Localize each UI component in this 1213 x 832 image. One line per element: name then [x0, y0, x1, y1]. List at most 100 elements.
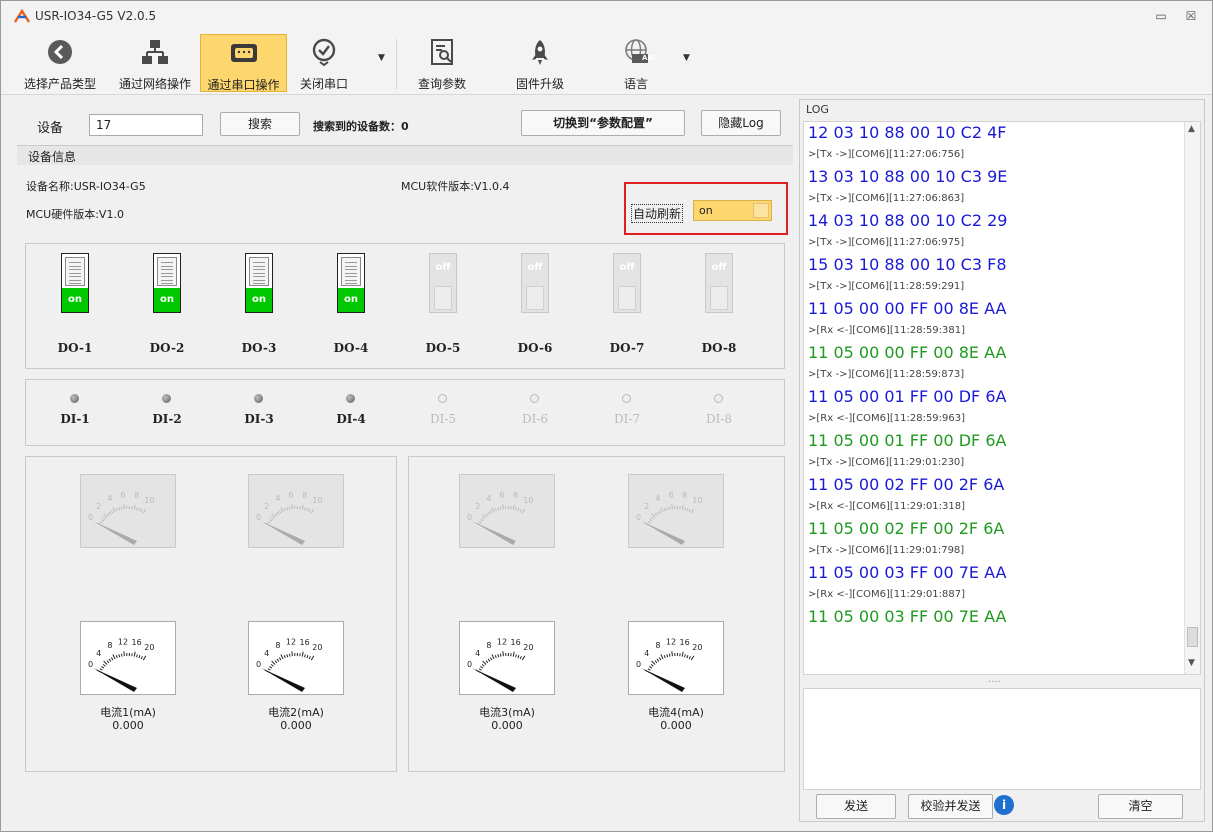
rocket-icon: [532, 40, 548, 65]
switch-grip: [618, 286, 636, 310]
gauge-tick-label: 20: [523, 643, 533, 652]
gauge-tick: [288, 653, 291, 657]
gauge-tick-label: 16: [511, 638, 521, 647]
app-logo-icon: [13, 8, 31, 23]
switch-param-config-button[interactable]: 切换到“参数配置”: [521, 110, 685, 136]
gauge-tick: [136, 507, 138, 511]
gauge-tick: [480, 519, 484, 522]
gauge-tick: [112, 507, 116, 513]
log-scrollbar[interactable]: ▲ ▼: [1184, 122, 1200, 674]
gauge-tick-label: 12: [497, 637, 507, 646]
query-params-button[interactable]: 查询参数: [405, 34, 479, 92]
gauge-tick: [649, 519, 653, 522]
language-button[interactable]: ABC 语言: [601, 34, 671, 92]
document-search-icon: [431, 39, 453, 65]
minimize-button[interactable]: ▭: [1151, 7, 1171, 25]
gauge-tick: [521, 655, 526, 661]
send-button[interactable]: 发送: [816, 794, 896, 819]
log-meta-line: >[Tx ->][COM6][11:27:06:756]: [808, 149, 965, 160]
log-output[interactable]: 12 03 10 88 00 10 C2 4F >[Tx ->][COM6][11…: [803, 121, 1201, 675]
select-product-type-button[interactable]: 选择产品类型: [15, 34, 105, 92]
close-serial-button[interactable]: 关闭串口: [289, 34, 359, 92]
gauge-tick-label: 0: [467, 513, 472, 522]
scroll-up-icon[interactable]: ▲: [1188, 124, 1195, 134]
gauge-tick: [304, 507, 306, 511]
gauge-needle: [261, 668, 305, 692]
di-indicator: [714, 394, 723, 403]
panel-splitter[interactable]: ....: [988, 674, 1001, 685]
do-switch[interactable]: off: [613, 253, 641, 313]
di-label: DI-2: [152, 412, 182, 426]
gauge-tick: [291, 651, 293, 657]
gauge-tick: [494, 507, 497, 512]
disabled-gauge: 0 2 4 6 8 10: [628, 474, 724, 548]
switch-state: off: [527, 262, 543, 273]
auto-refresh-select[interactable]: on: [693, 200, 772, 221]
firmware-upgrade-button[interactable]: 固件升级: [503, 34, 577, 92]
gauge-tick: [291, 504, 293, 510]
log-meta-line: >[Tx ->][COM6][11:29:01:798]: [808, 545, 965, 556]
mcu-hardware-version: MCU硬件版本:V1.0: [26, 208, 124, 221]
gauge-tick: [519, 656, 522, 660]
gauge-tick: [512, 651, 515, 657]
device-id-input[interactable]: 17: [89, 114, 203, 136]
hide-log-button[interactable]: 隐藏Log: [701, 110, 781, 136]
gauge-tick: [278, 510, 282, 514]
gauge-dial: 048 12 1620: [636, 637, 702, 692]
gauge-tick: [668, 653, 671, 657]
log-data-line: 12 03 10 88 00 10 C2 4F: [808, 123, 1007, 142]
do-switch[interactable]: off: [705, 253, 733, 313]
toolbar-label: 固件升级: [515, 77, 564, 91]
do-switch[interactable]: off: [521, 253, 549, 313]
search-button[interactable]: 搜索: [220, 112, 300, 136]
auto-refresh-label: 自动刷新: [631, 204, 684, 223]
gauge-tick: [649, 666, 653, 669]
scroll-down-icon[interactable]: ▼: [1188, 658, 1195, 668]
serial-operation-button[interactable]: 通过串口操作: [200, 34, 287, 92]
log-data-line: 11 05 00 01 FF 00 DF 6A: [808, 387, 1007, 406]
current-value: 0.000: [491, 719, 523, 732]
log-meta-line: >[Rx <-][COM6][11:28:59:963]: [808, 413, 966, 424]
auto-refresh-value: on: [699, 204, 713, 217]
close-button[interactable]: ☒: [1181, 7, 1201, 25]
gauge-tick: [103, 660, 108, 665]
language-dropdown-icon[interactable]: ▼: [683, 53, 690, 63]
gauge-dial: 024 6 8 10: [467, 490, 533, 545]
close-serial-dropdown-icon[interactable]: ▼: [378, 53, 385, 63]
dropdown-arrow-icon[interactable]: [753, 203, 769, 218]
gauge-tick: [647, 668, 651, 671]
do-switch[interactable]: on: [337, 253, 365, 313]
gauge-tick-label: 0: [256, 660, 261, 669]
found-device-count: 搜索到的设备数：0: [313, 120, 409, 133]
clear-button[interactable]: 清空: [1098, 794, 1183, 819]
gauge-tick: [103, 513, 108, 518]
device-info-header: [17, 146, 793, 165]
gauge-tick-label: 0: [636, 660, 641, 669]
verify-send-button[interactable]: 校验并发送: [908, 794, 993, 819]
info-icon[interactable]: i: [994, 795, 1014, 815]
gauge-tick: [118, 654, 121, 658]
gauge-tick-label: 6: [288, 490, 293, 499]
gauge-tick: [491, 507, 495, 513]
gauge-layer: [1, 1, 2, 2]
di-indicator: [530, 394, 539, 403]
network-operation-button[interactable]: 通过网络操作: [111, 34, 199, 92]
log-data-line: 13 03 10 88 00 10 C3 9E: [808, 167, 1008, 186]
switch-grip: [710, 286, 728, 310]
do-switch[interactable]: on: [245, 253, 273, 313]
log-data-line: 15 03 10 88 00 10 C3 F8: [808, 255, 1007, 274]
do-switch[interactable]: on: [153, 253, 181, 313]
do-switch[interactable]: off: [429, 253, 457, 313]
gauge-tick-label: 0: [467, 660, 472, 669]
di-label: DI-8: [705, 412, 733, 426]
scrollbar-thumb[interactable]: [1187, 627, 1198, 647]
gauge-tick: [102, 516, 106, 520]
gauge-dial: 024 6 8 10: [88, 490, 154, 545]
di-indicator: [254, 394, 263, 403]
di-indicator: [346, 394, 355, 403]
switch-state: on: [154, 288, 180, 312]
send-input[interactable]: [803, 688, 1201, 790]
device-info-title: 设备信息: [28, 150, 77, 164]
toolbar-label: 查询参数: [417, 77, 466, 91]
do-switch[interactable]: on: [61, 253, 89, 313]
